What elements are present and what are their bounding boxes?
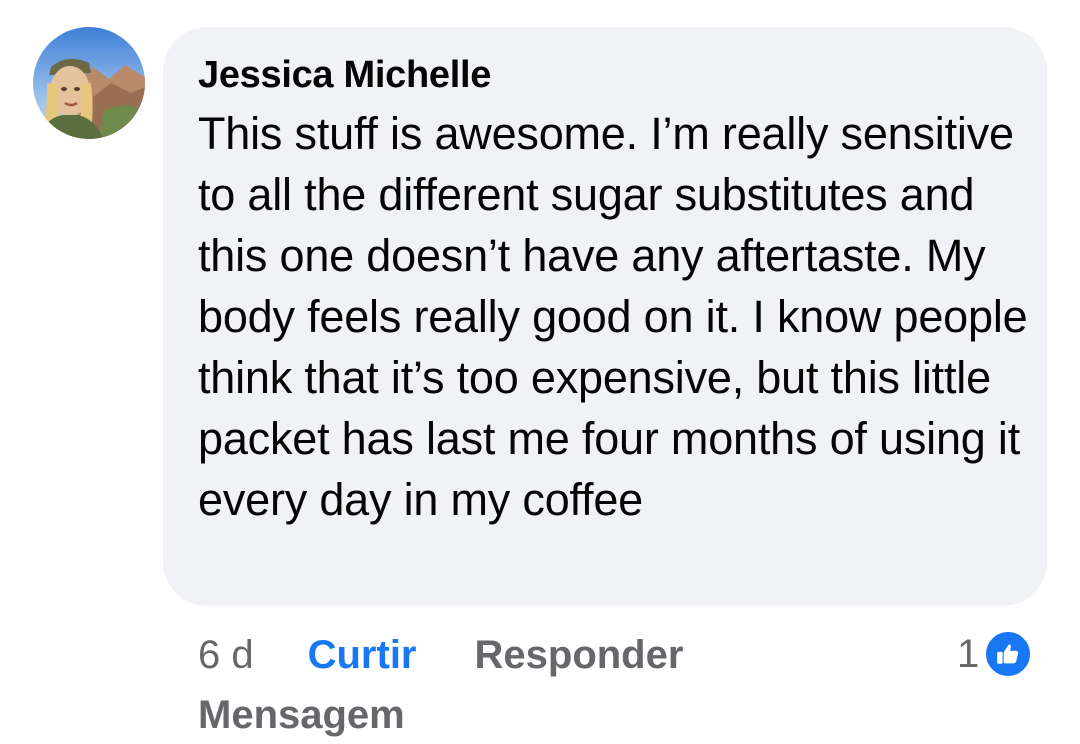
comment-text: This stuff is awesome. I’m really sensit…: [198, 108, 1028, 525]
comment-author[interactable]: Jessica Michelle: [198, 53, 1017, 97]
reaction-summary[interactable]: 1: [957, 628, 1034, 680]
comment-bubble: Jessica Michelle This stuff is awesome. …: [163, 27, 1047, 606]
comment-actions: 6 d Curtir Responder Mensagem: [198, 626, 758, 744]
avatar[interactable]: [33, 27, 145, 139]
reaction-count: 1: [957, 631, 980, 676]
message-button[interactable]: Mensagem: [198, 686, 405, 744]
reply-button[interactable]: Responder: [475, 626, 684, 684]
like-button[interactable]: Curtir: [308, 626, 417, 684]
thumbs-up-icon: [983, 629, 1034, 679]
comment-timestamp[interactable]: 6 d: [198, 626, 254, 684]
avatar-photo: [33, 27, 145, 139]
